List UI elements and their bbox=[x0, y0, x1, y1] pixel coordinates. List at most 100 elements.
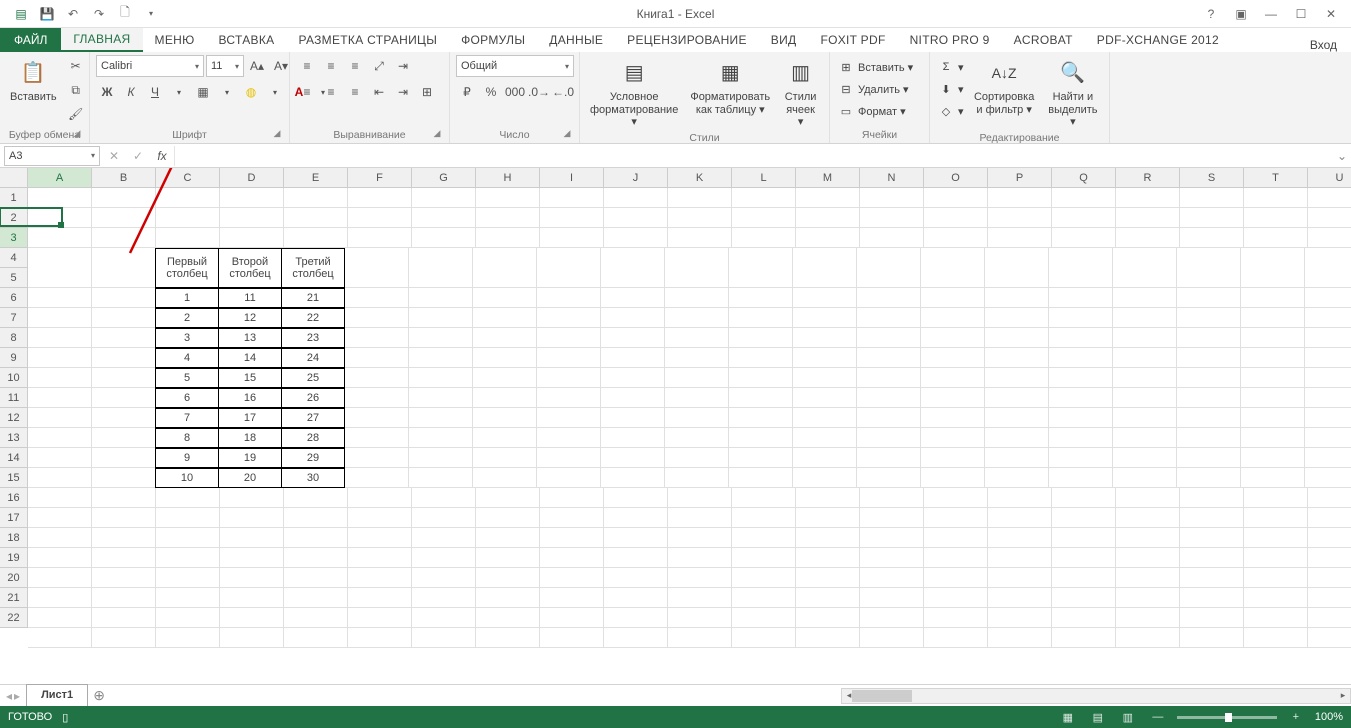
cell[interactable] bbox=[156, 608, 220, 628]
cell[interactable] bbox=[28, 488, 92, 508]
cell[interactable] bbox=[92, 288, 156, 308]
cell[interactable] bbox=[988, 628, 1052, 648]
cell[interactable] bbox=[732, 488, 796, 508]
cell[interactable] bbox=[409, 348, 473, 368]
align-right-button[interactable]: ≡ bbox=[344, 81, 366, 103]
cell[interactable] bbox=[409, 308, 473, 328]
cell[interactable] bbox=[537, 328, 601, 348]
cell[interactable] bbox=[860, 608, 924, 628]
cell[interactable]: 14 bbox=[218, 348, 282, 368]
cell[interactable] bbox=[732, 588, 796, 608]
cell[interactable] bbox=[857, 288, 921, 308]
cell[interactable] bbox=[924, 488, 988, 508]
cell[interactable] bbox=[668, 228, 732, 248]
cell[interactable] bbox=[92, 428, 156, 448]
cell[interactable] bbox=[601, 388, 665, 408]
fill-color-button[interactable]: ◍ bbox=[240, 81, 262, 103]
cell[interactable] bbox=[92, 548, 156, 568]
cell[interactable] bbox=[28, 548, 92, 568]
cell[interactable] bbox=[921, 328, 985, 348]
cell[interactable] bbox=[473, 248, 537, 288]
cell[interactable] bbox=[1049, 428, 1113, 448]
cell[interactable] bbox=[156, 208, 220, 228]
cell[interactable] bbox=[1052, 528, 1116, 548]
cell[interactable] bbox=[1244, 228, 1308, 248]
cell[interactable] bbox=[924, 208, 988, 228]
scroll-thumb[interactable] bbox=[852, 690, 912, 702]
cell[interactable] bbox=[537, 448, 601, 468]
cell[interactable] bbox=[540, 608, 604, 628]
cell[interactable] bbox=[796, 208, 860, 228]
cell[interactable] bbox=[1113, 388, 1177, 408]
cell[interactable] bbox=[473, 468, 537, 488]
cell[interactable] bbox=[1241, 408, 1305, 428]
cell[interactable] bbox=[348, 528, 412, 548]
ribbon-tab-разметка-страницы[interactable]: РАЗМЕТКА СТРАНИЦЫ bbox=[286, 28, 449, 52]
cell[interactable] bbox=[924, 528, 988, 548]
cell[interactable] bbox=[473, 328, 537, 348]
cell[interactable] bbox=[921, 448, 985, 468]
cell[interactable] bbox=[796, 508, 860, 528]
cell[interactable] bbox=[1052, 628, 1116, 648]
cell[interactable] bbox=[985, 308, 1049, 328]
increase-decimal-button[interactable]: .0→ bbox=[528, 81, 550, 103]
cell[interactable] bbox=[92, 628, 156, 648]
cell[interactable] bbox=[345, 348, 409, 368]
cell[interactable] bbox=[1049, 328, 1113, 348]
cell[interactable] bbox=[28, 188, 92, 208]
cut-button[interactable]: ✂ bbox=[65, 55, 87, 77]
cell[interactable] bbox=[860, 188, 924, 208]
cell[interactable] bbox=[220, 588, 284, 608]
cell[interactable] bbox=[412, 608, 476, 628]
sort-filter-button[interactable]: A↓ZСортировка и фильтр ▾ bbox=[970, 55, 1039, 118]
cell[interactable] bbox=[345, 468, 409, 488]
fill-dropdown[interactable]: ▾ bbox=[264, 81, 286, 103]
column-header[interactable]: F bbox=[348, 168, 412, 188]
cell[interactable] bbox=[284, 548, 348, 568]
cell[interactable]: Второй столбец bbox=[218, 248, 282, 288]
cell[interactable] bbox=[601, 328, 665, 348]
cell[interactable] bbox=[1177, 408, 1241, 428]
cell[interactable] bbox=[601, 468, 665, 488]
cell[interactable] bbox=[1308, 488, 1351, 508]
cell[interactable] bbox=[1241, 328, 1305, 348]
cell[interactable] bbox=[729, 388, 793, 408]
cell[interactable] bbox=[1116, 588, 1180, 608]
cell[interactable] bbox=[156, 508, 220, 528]
zoom-level[interactable]: 100% bbox=[1315, 711, 1343, 723]
column-header[interactable]: R bbox=[1116, 168, 1180, 188]
cell[interactable] bbox=[220, 548, 284, 568]
cell[interactable] bbox=[1113, 288, 1177, 308]
row-headers[interactable]: 12345678910111213141516171819202122 bbox=[0, 188, 28, 628]
cell[interactable] bbox=[1049, 468, 1113, 488]
ribbon-options-button[interactable]: ▣ bbox=[1227, 3, 1255, 25]
cell[interactable] bbox=[1180, 608, 1244, 628]
row-header[interactable]: 15 bbox=[0, 468, 28, 488]
macro-record-icon[interactable]: ▯ bbox=[62, 711, 68, 724]
ribbon-tab-вид[interactable]: ВИД bbox=[759, 28, 809, 52]
cancel-formula-button[interactable]: ✕ bbox=[102, 146, 126, 166]
cell[interactable] bbox=[601, 348, 665, 368]
cell[interactable] bbox=[476, 188, 540, 208]
scroll-right-button[interactable]: ▸ bbox=[1336, 689, 1350, 703]
cell[interactable]: 13 bbox=[218, 328, 282, 348]
cell[interactable] bbox=[924, 588, 988, 608]
cell[interactable] bbox=[28, 348, 92, 368]
cell[interactable] bbox=[540, 628, 604, 648]
borders-dropdown[interactable]: ▾ bbox=[216, 81, 238, 103]
cell[interactable] bbox=[1241, 348, 1305, 368]
cell[interactable] bbox=[729, 368, 793, 388]
cell[interactable] bbox=[601, 248, 665, 288]
cell[interactable] bbox=[1049, 308, 1113, 328]
cell[interactable] bbox=[473, 428, 537, 448]
column-header[interactable]: G bbox=[412, 168, 476, 188]
cell[interactable]: 2 bbox=[155, 308, 219, 328]
cell[interactable] bbox=[601, 308, 665, 328]
cell[interactable] bbox=[796, 588, 860, 608]
row-header[interactable]: 18 bbox=[0, 528, 28, 548]
cell[interactable] bbox=[412, 568, 476, 588]
row-header[interactable]: 19 bbox=[0, 548, 28, 568]
cell[interactable]: 9 bbox=[155, 448, 219, 468]
cell[interactable] bbox=[476, 608, 540, 628]
column-header[interactable]: H bbox=[476, 168, 540, 188]
